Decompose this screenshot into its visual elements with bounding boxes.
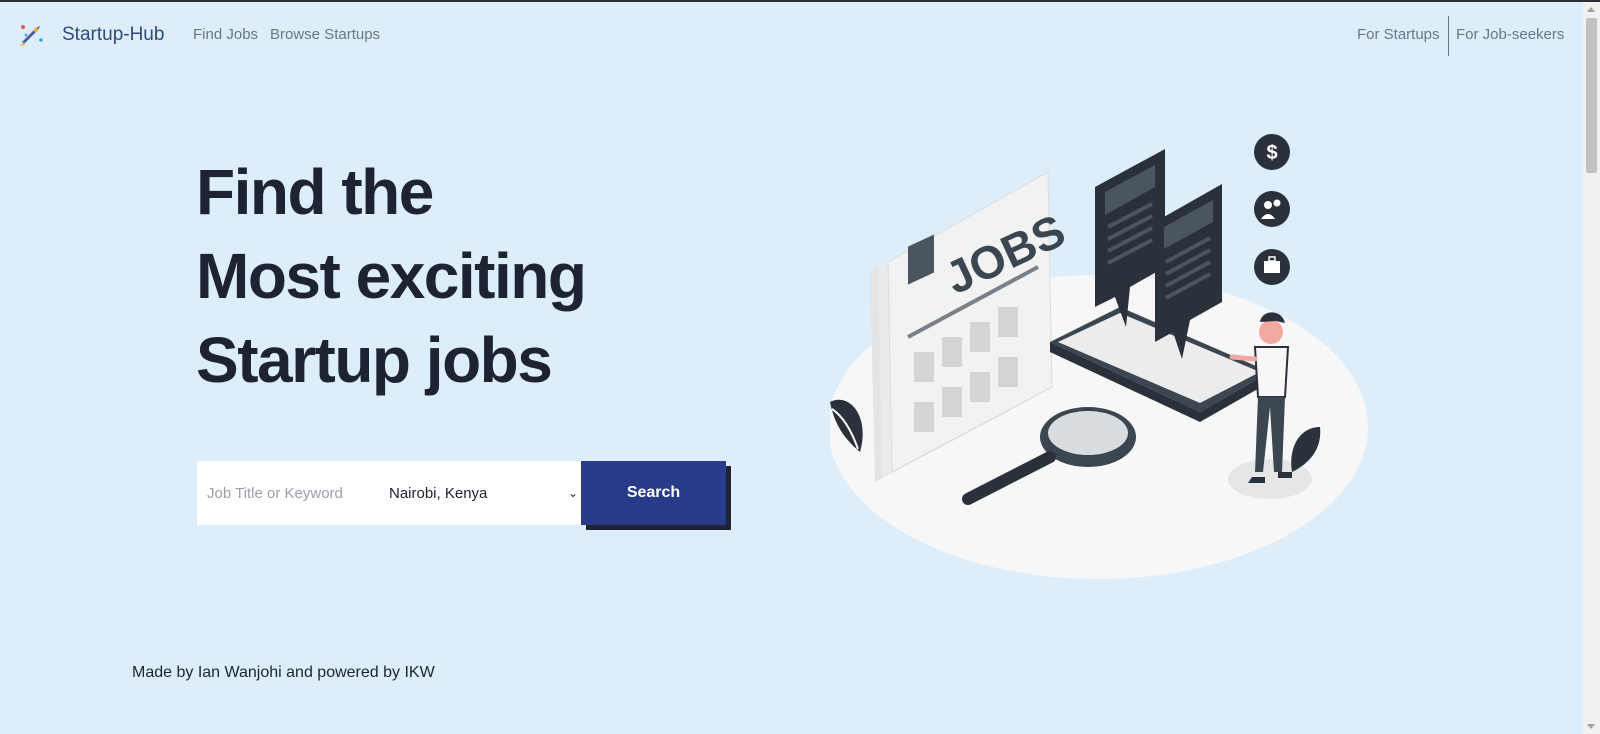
jobs-illustration: JOBS $: [830, 134, 1368, 579]
nav-divider: [1448, 16, 1449, 56]
hero-heading: Find the Most exciting Startup jobs: [196, 150, 587, 402]
rocket-logo-icon: [20, 25, 43, 46]
briefcase-icon: [1254, 249, 1290, 285]
scroll-down-icon[interactable]: [1587, 724, 1595, 729]
location-selected-value: Nairobi, Kenya: [389, 484, 488, 502]
hero-line-1: Find the: [196, 156, 434, 228]
people-icon: [1254, 191, 1290, 227]
nav-link-for-startups[interactable]: For Startups: [1357, 26, 1440, 43]
svg-text:$: $: [1266, 142, 1277, 164]
location-select[interactable]: Nairobi, Kenya ⌄: [387, 461, 582, 525]
nav-link-for-job-seekers[interactable]: For Job-seekers: [1456, 26, 1564, 43]
keyword-input[interactable]: [197, 461, 382, 525]
brand-name: Startup-Hub: [62, 24, 165, 45]
hero-line-2: Most exciting: [196, 240, 587, 312]
search-button[interactable]: Search: [581, 461, 726, 525]
footer-credit: Made by Ian Wanjohi and powered by IKW: [132, 664, 435, 681]
search-bar: Nairobi, Kenya ⌄: [197, 461, 582, 525]
chevron-down-icon: ⌄: [567, 486, 578, 500]
brand[interactable]: Startup-Hub: [16, 20, 164, 50]
scroll-up-icon[interactable]: [1587, 7, 1595, 12]
scrollbar-thumb[interactable]: [1586, 18, 1597, 173]
dollar-icon: $: [1254, 134, 1290, 170]
nav-link-find-jobs[interactable]: Find Jobs: [193, 26, 258, 43]
nav-link-browse-startups[interactable]: Browse Startups: [270, 26, 380, 43]
hero-line-3: Startup jobs: [196, 324, 553, 396]
page-scrollbar[interactable]: [1583, 2, 1600, 734]
top-navbar: Startup-Hub Find Jobs Browse Startups Fo…: [0, 2, 1583, 70]
